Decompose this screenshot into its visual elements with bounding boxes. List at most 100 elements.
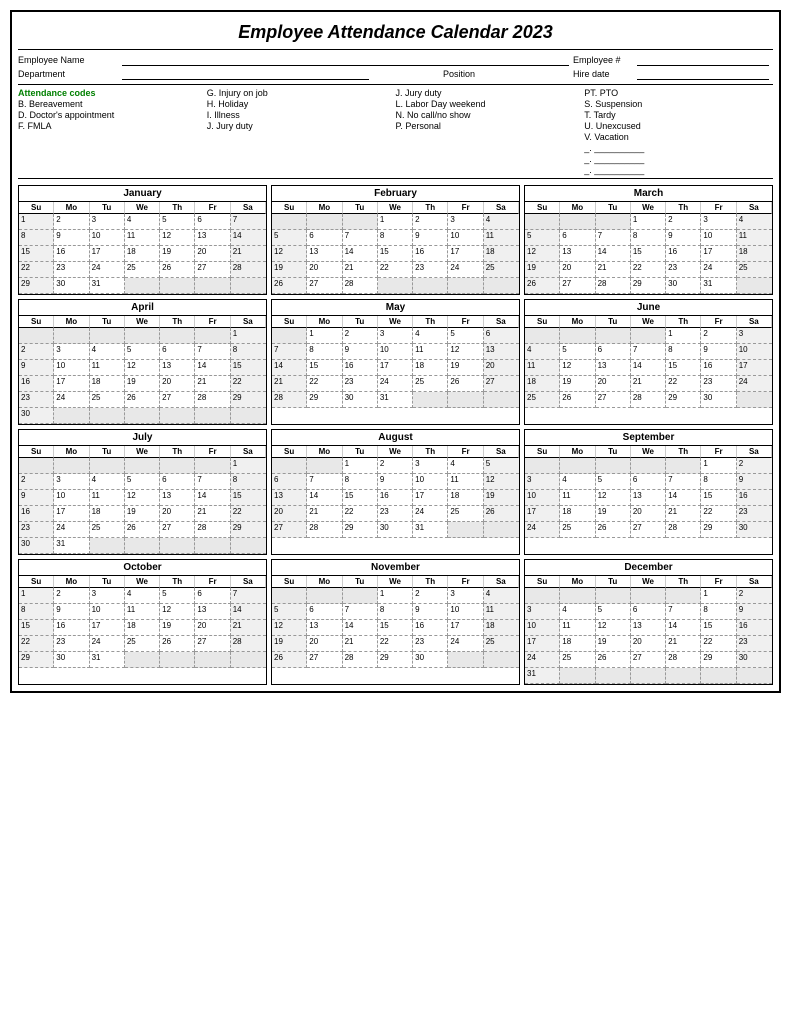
cal-cell-day-13[interactable]: 13 (195, 604, 230, 620)
cal-cell-day-18[interactable]: 18 (560, 506, 595, 522)
cal-cell-day-20[interactable]: 20 (160, 506, 195, 522)
cal-cell-day-4[interactable]: 4 (90, 474, 125, 490)
cal-cell-day-30[interactable]: 30 (378, 522, 413, 538)
cal-cell-day-2[interactable]: 2 (413, 214, 448, 230)
cal-cell-day-28[interactable]: 28 (231, 636, 266, 652)
cal-cell-day-9[interactable]: 9 (413, 230, 448, 246)
cal-cell-day-17[interactable]: 17 (413, 490, 448, 506)
cal-cell-day-14[interactable]: 14 (666, 620, 701, 636)
cal-cell-day-1[interactable]: 1 (19, 588, 54, 604)
cal-cell-day-29[interactable]: 29 (343, 522, 378, 538)
cal-cell-day-4[interactable]: 4 (525, 344, 560, 360)
cal-cell-day-18[interactable]: 18 (560, 636, 595, 652)
cal-cell-day-5[interactable]: 5 (160, 214, 195, 230)
cal-cell-day-30[interactable]: 30 (19, 538, 54, 554)
cal-cell-day-13[interactable]: 13 (160, 360, 195, 376)
cal-cell-day-15[interactable]: 15 (666, 360, 701, 376)
cal-cell-day-17[interactable]: 17 (525, 506, 560, 522)
cal-cell-day-10[interactable]: 10 (378, 344, 413, 360)
cal-cell-day-7[interactable]: 7 (666, 604, 701, 620)
cal-cell-day-7[interactable]: 7 (666, 474, 701, 490)
cal-cell-day-19[interactable]: 19 (525, 262, 560, 278)
cal-cell-day-28[interactable]: 28 (195, 522, 230, 538)
cal-cell-day-27[interactable]: 27 (307, 278, 342, 294)
cal-cell-day-21[interactable]: 21 (343, 262, 378, 278)
cal-cell-day-18[interactable]: 18 (737, 246, 772, 262)
cal-cell-day-11[interactable]: 11 (484, 604, 519, 620)
cal-cell-day-13[interactable]: 13 (560, 246, 595, 262)
cal-cell-day-23[interactable]: 23 (737, 506, 772, 522)
cal-cell-day-19[interactable]: 19 (125, 506, 160, 522)
cal-cell-day-24[interactable]: 24 (378, 376, 413, 392)
cal-cell-day-27[interactable]: 27 (560, 278, 595, 294)
cal-cell-day-9[interactable]: 9 (413, 604, 448, 620)
cal-cell-day-18[interactable]: 18 (484, 620, 519, 636)
cal-cell-day-24[interactable]: 24 (737, 376, 772, 392)
cal-cell-day-3[interactable]: 3 (54, 474, 89, 490)
cal-cell-day-12[interactable]: 12 (484, 474, 519, 490)
cal-cell-day-27[interactable]: 27 (272, 522, 307, 538)
cal-cell-day-17[interactable]: 17 (448, 620, 483, 636)
cal-cell-day-4[interactable]: 4 (125, 588, 160, 604)
cal-cell-day-17[interactable]: 17 (737, 360, 772, 376)
cal-cell-day-31[interactable]: 31 (90, 278, 125, 294)
cal-cell-day-31[interactable]: 31 (701, 278, 736, 294)
cal-cell-day-11[interactable]: 11 (90, 360, 125, 376)
cal-cell-day-20[interactable]: 20 (631, 506, 666, 522)
cal-cell-day-9[interactable]: 9 (737, 474, 772, 490)
cal-cell-day-23[interactable]: 23 (378, 506, 413, 522)
cal-cell-day-15[interactable]: 15 (378, 246, 413, 262)
cal-cell-day-5[interactable]: 5 (272, 604, 307, 620)
cal-cell-day-19[interactable]: 19 (272, 636, 307, 652)
cal-cell-day-15[interactable]: 15 (19, 246, 54, 262)
cal-cell-day-13[interactable]: 13 (195, 230, 230, 246)
cal-cell-day-12[interactable]: 12 (272, 620, 307, 636)
cal-cell-day-3[interactable]: 3 (54, 344, 89, 360)
cal-cell-day-3[interactable]: 3 (448, 588, 483, 604)
cal-cell-day-4[interactable]: 4 (484, 588, 519, 604)
cal-cell-day-26[interactable]: 26 (160, 262, 195, 278)
cal-cell-day-24[interactable]: 24 (448, 262, 483, 278)
cal-cell-day-3[interactable]: 3 (737, 328, 772, 344)
cal-cell-day-13[interactable]: 13 (484, 344, 519, 360)
cal-cell-day-16[interactable]: 16 (666, 246, 701, 262)
cal-cell-day-9[interactable]: 9 (19, 490, 54, 506)
cal-cell-day-6[interactable]: 6 (307, 604, 342, 620)
cal-cell-day-6[interactable]: 6 (272, 474, 307, 490)
cal-cell-day-21[interactable]: 21 (307, 506, 342, 522)
cal-cell-day-1[interactable]: 1 (701, 588, 736, 604)
cal-cell-day-23[interactable]: 23 (701, 376, 736, 392)
cal-cell-day-11[interactable]: 11 (125, 604, 160, 620)
cal-cell-day-13[interactable]: 13 (307, 620, 342, 636)
cal-cell-day-1[interactable]: 1 (307, 328, 342, 344)
cal-cell-day-21[interactable]: 21 (195, 506, 230, 522)
cal-cell-day-21[interactable]: 21 (231, 620, 266, 636)
cal-cell-day-5[interactable]: 5 (125, 474, 160, 490)
cal-cell-day-15[interactable]: 15 (231, 490, 266, 506)
cal-cell-day-8[interactable]: 8 (231, 474, 266, 490)
cal-cell-day-24[interactable]: 24 (90, 262, 125, 278)
cal-cell-day-15[interactable]: 15 (19, 620, 54, 636)
cal-cell-day-27[interactable]: 27 (631, 522, 666, 538)
cal-cell-day-20[interactable]: 20 (560, 262, 595, 278)
cal-cell-day-4[interactable]: 4 (737, 214, 772, 230)
cal-cell-day-23[interactable]: 23 (54, 636, 89, 652)
cal-cell-day-7[interactable]: 7 (272, 344, 307, 360)
cal-cell-day-18[interactable]: 18 (413, 360, 448, 376)
cal-cell-day-15[interactable]: 15 (631, 246, 666, 262)
cal-cell-day-9[interactable]: 9 (701, 344, 736, 360)
cal-cell-day-26[interactable]: 26 (272, 652, 307, 668)
cal-cell-day-4[interactable]: 4 (448, 458, 483, 474)
cal-cell-day-3[interactable]: 3 (90, 588, 125, 604)
cal-cell-day-28[interactable]: 28 (307, 522, 342, 538)
cal-cell-day-16[interactable]: 16 (19, 376, 54, 392)
cal-cell-day-12[interactable]: 12 (560, 360, 595, 376)
cal-cell-day-5[interactable]: 5 (525, 230, 560, 246)
cal-cell-day-11[interactable]: 11 (125, 230, 160, 246)
cal-cell-day-17[interactable]: 17 (525, 636, 560, 652)
cal-cell-day-22[interactable]: 22 (666, 376, 701, 392)
cal-cell-day-3[interactable]: 3 (448, 214, 483, 230)
cal-cell-day-25[interactable]: 25 (560, 522, 595, 538)
cal-cell-day-7[interactable]: 7 (343, 230, 378, 246)
cal-cell-day-2[interactable]: 2 (701, 328, 736, 344)
